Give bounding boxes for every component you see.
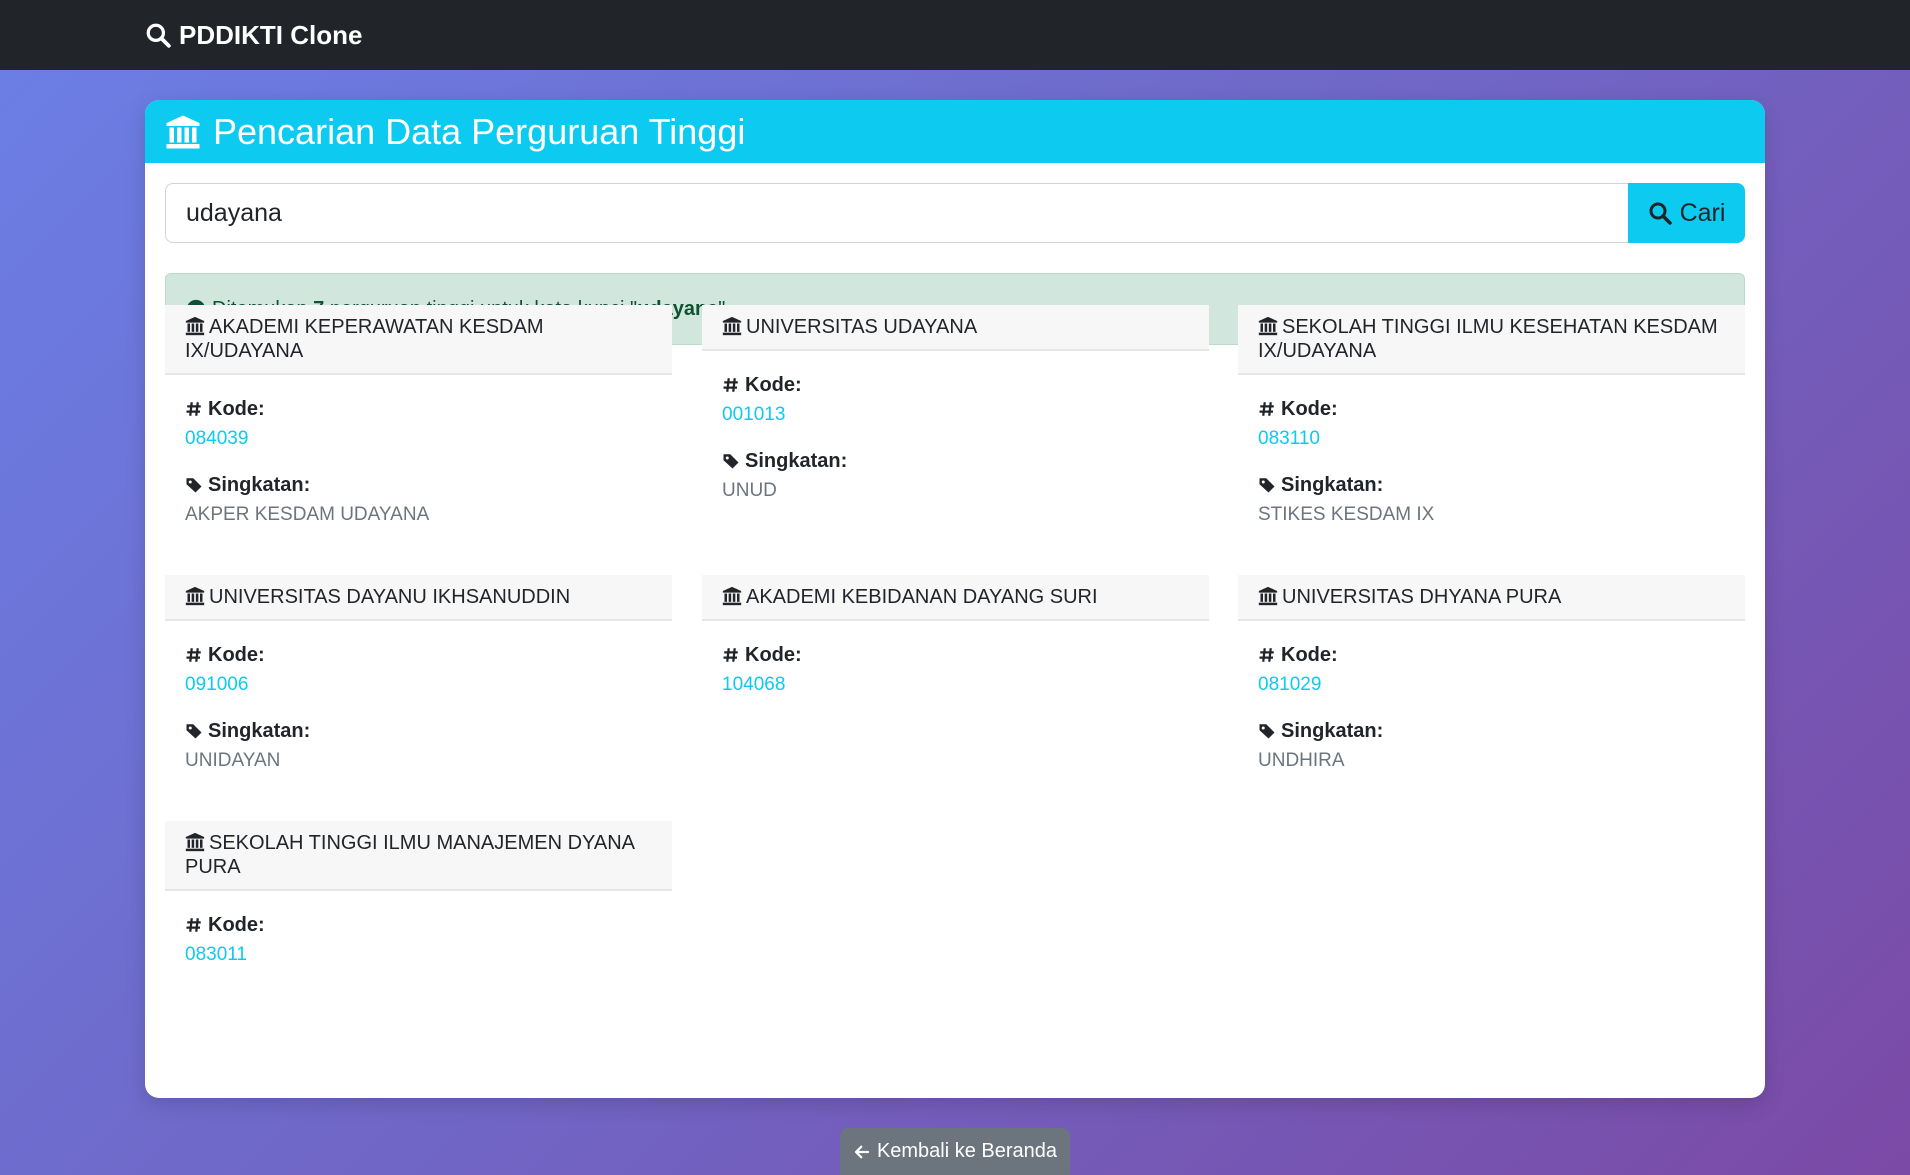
singkatan-label: Singkatan:: [185, 473, 652, 497]
singkatan-label: Singkatan:: [722, 449, 1189, 473]
singkatan-label: Singkatan:: [1258, 473, 1725, 497]
hash-icon: [186, 918, 201, 932]
kode-value: 091006: [185, 674, 249, 695]
hash-icon: [186, 402, 201, 416]
card-header: Pencarian Data Perguruan Tinggi: [145, 100, 1765, 163]
tag-icon: [186, 478, 202, 493]
tag-icon: [1259, 478, 1275, 493]
institution-name: AKADEMI KEBIDANAN DAYANG SURI: [746, 586, 1098, 608]
hash-icon: [1259, 648, 1274, 662]
hash-icon: [186, 648, 201, 662]
university-icon: [1258, 316, 1278, 336]
singkatan-label: Singkatan:: [1258, 719, 1725, 743]
hash-icon: [1259, 402, 1274, 416]
institution-name: UNIVERSITAS DAYANU IKHSANUDDIN: [209, 586, 571, 608]
search-icon: [146, 23, 171, 48]
singkatan-value: UNUD: [722, 480, 777, 501]
singkatan-value: UNDHIRA: [1258, 750, 1345, 771]
result-card-header: SEKOLAH TINGGI ILMU KESEHATAN KESDAM IX/…: [1238, 305, 1745, 375]
institution-name: UNIVERSITAS UDAYANA: [746, 316, 978, 338]
singkatan-value: UNIDAYAN: [185, 750, 281, 771]
result-card-header: UNIVERSITAS DAYANU IKHSANUDDIN: [165, 575, 672, 621]
institution-name: SEKOLAH TINGGI ILMU MANAJEMEN DYANA PURA: [185, 832, 634, 878]
kode-label: Kode:: [185, 913, 652, 937]
result-card: UNIVERSITAS UDAYANA Kode: 001013 Singkatan:…: [702, 305, 1209, 503]
tag-icon: [1259, 724, 1275, 739]
search-button-label: Cari: [1679, 198, 1726, 227]
result-card-header: UNIVERSITAS UDAYANA: [702, 305, 1209, 351]
arrow-left-icon: [854, 1145, 870, 1158]
kode-value: 084039: [185, 428, 249, 449]
university-icon: [1258, 586, 1278, 606]
navbar: PDDIKTI Clone: [0, 0, 1910, 70]
kode-label: Kode:: [722, 643, 1189, 667]
search-card: Pencarian Data Perguruan Tinggi Cari Dit…: [145, 100, 1765, 1098]
kode-label: Kode:: [185, 397, 652, 421]
result-card: AKADEMI KEBIDANAN DAYANG SURI Kode: 104068: [702, 575, 1209, 697]
singkatan-value: STIKES KESDAM IX: [1258, 504, 1435, 525]
search-input[interactable]: [165, 183, 1628, 243]
result-card: SEKOLAH TINGGI ILMU MANAJEMEN DYANA PURA…: [165, 821, 672, 967]
kode-label: Kode:: [1258, 397, 1725, 421]
university-icon: [722, 316, 742, 336]
university-icon: [185, 832, 205, 852]
result-card: SEKOLAH TINGGI ILMU KESEHATAN KESDAM IX/…: [1238, 305, 1745, 527]
search-icon: [1649, 202, 1672, 225]
singkatan-label: Singkatan:: [185, 719, 652, 743]
university-icon: [185, 586, 205, 606]
result-card-header: SEKOLAH TINGGI ILMU MANAJEMEN DYANA PURA: [165, 821, 672, 891]
kode-label: Kode:: [722, 373, 1189, 397]
search-form: Cari: [165, 183, 1745, 243]
result-card-header: AKADEMI KEPERAWATAN KESDAM IX/UDAYANA: [165, 305, 672, 375]
result-card: AKADEMI KEPERAWATAN KESDAM IX/UDAYANA Kod…: [165, 305, 672, 527]
back-home-button[interactable]: Kembali ke Beranda: [840, 1128, 1070, 1175]
search-button[interactable]: Cari: [1628, 183, 1745, 243]
kode-label: Kode:: [185, 643, 652, 667]
hash-icon: [723, 378, 738, 392]
tag-icon: [186, 724, 202, 739]
institution-name: AKADEMI KEPERAWATAN KESDAM IX/UDAYANA: [185, 316, 544, 362]
singkatan-value: AKPER KESDAM UDAYANA: [185, 504, 430, 525]
hash-icon: [723, 648, 738, 662]
university-icon: [185, 316, 205, 336]
kode-value: 104068: [722, 674, 786, 695]
university-icon: [166, 115, 200, 148]
result-card-header: UNIVERSITAS DHYANA PURA: [1238, 575, 1745, 621]
kode-value: 001013: [722, 404, 786, 425]
result-card: UNIVERSITAS DAYANU IKHSANUDDIN Kode: 09100…: [165, 575, 672, 773]
kode-value: 081029: [1258, 674, 1322, 695]
institution-name: SEKOLAH TINGGI ILMU KESEHATAN KESDAM IX/…: [1258, 316, 1718, 362]
brand-link[interactable]: PDDIKTI Clone: [145, 0, 362, 70]
kode-label: Kode:: [1258, 643, 1725, 667]
institution-name: UNIVERSITAS DHYANA PURA: [1282, 586, 1562, 608]
kode-value: 083011: [185, 944, 247, 965]
kode-value: 083110: [1258, 428, 1320, 449]
university-icon: [722, 586, 742, 606]
brand-label: PDDIKTI Clone: [179, 19, 363, 50]
result-card: UNIVERSITAS DHYANA PURA Kode: 081029 Singka…: [1238, 575, 1745, 773]
page-title: Pencarian Data Perguruan Tinggi: [213, 110, 746, 152]
result-card-header: AKADEMI KEBIDANAN DAYANG SURI: [702, 575, 1209, 621]
back-home-label: Kembali ke Beranda: [876, 1140, 1058, 1162]
tag-icon: [723, 454, 739, 469]
